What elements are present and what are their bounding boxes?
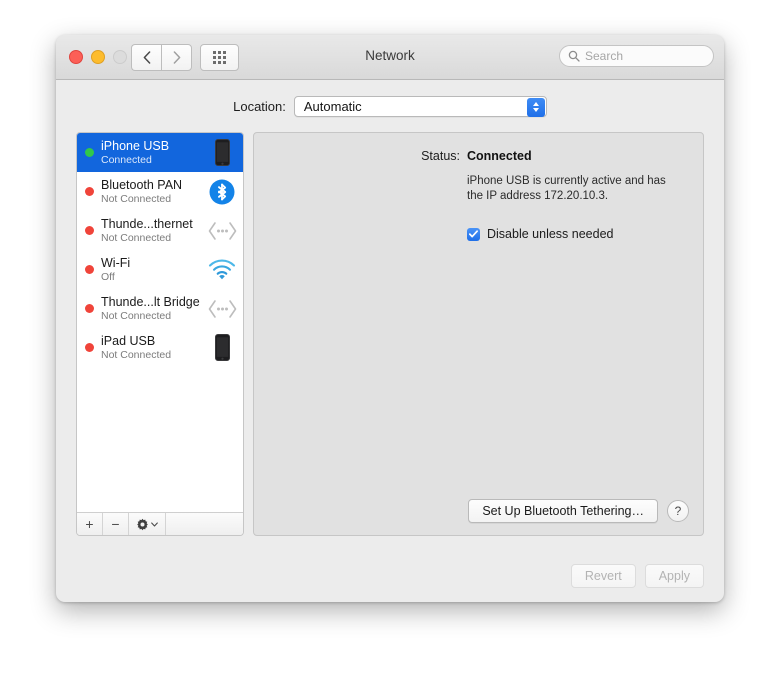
service-status: Connected — [101, 153, 152, 166]
location-label: Location: — [233, 98, 286, 114]
remove-service-button[interactable]: − — [103, 513, 129, 535]
toolbar-filler — [166, 513, 243, 535]
location-dropdown[interactable]: Automatic — [293, 95, 547, 117]
status-indicator-dot — [85, 265, 94, 274]
service-detail-panel: Status: Connected iPhone USB is currentl… — [253, 132, 704, 536]
window-titlebar: Network — [56, 35, 724, 80]
service-name: iPad USB — [101, 333, 156, 348]
revert-button[interactable]: Revert — [570, 564, 636, 588]
service-status: Off — [101, 270, 115, 283]
gear-icon — [137, 518, 148, 530]
service-status: Not Connected — [101, 192, 172, 205]
service-name: Bluetooth PAN — [101, 177, 183, 192]
service-row-iphone-usb[interactable]: iPhone USB Connected — [77, 133, 243, 172]
status-indicator-dot — [85, 226, 94, 235]
service-name: iPhone USB — [101, 138, 170, 153]
service-row-wifi[interactable]: Wi-Fi Off — [77, 250, 243, 289]
network-preferences-window: Network Location: Automatic — [56, 35, 724, 602]
disable-unless-needed-row[interactable]: Disable unless needed — [467, 227, 613, 241]
service-row-bluetooth-pan[interactable]: Bluetooth PAN Not Connected — [77, 172, 243, 211]
search-icon — [568, 50, 580, 62]
sidebar-toolbar: + − — [77, 512, 243, 535]
search-field[interactable] — [559, 45, 714, 67]
status-indicator-dot — [85, 148, 94, 157]
chevron-down-icon — [151, 521, 158, 527]
panel-buttons: Set Up Bluetooth Tethering… ? — [468, 499, 689, 523]
iphone-device-icon — [207, 138, 237, 168]
disable-unless-needed-checkbox[interactable] — [467, 227, 480, 241]
setup-bluetooth-tethering-button[interactable]: Set Up Bluetooth Tethering… — [468, 499, 658, 523]
service-row-ipad-usb[interactable]: iPad USB Not Connected — [77, 328, 243, 367]
status-description: iPhone USB is currently active and has t… — [467, 175, 666, 203]
location-row: Location: Automatic — [56, 93, 724, 119]
service-name: Thunde...thernet — [101, 216, 193, 231]
disable-unless-needed-label: Disable unless needed — [487, 227, 614, 241]
service-status: Not Connected — [101, 231, 172, 244]
checkmark-icon — [469, 230, 478, 238]
help-button[interactable]: ? — [667, 500, 689, 522]
location-selected-value: Automatic — [303, 98, 362, 114]
status-value: Connected — [467, 149, 532, 163]
preferences-body: iPhone USB Connected Bluetooth PAN Not C… — [76, 132, 704, 536]
apply-button[interactable]: Apply — [644, 564, 704, 588]
service-status: Not Connected — [101, 348, 172, 361]
status-label: Status: — [421, 149, 460, 163]
ipad-device-icon — [207, 333, 237, 363]
window-footer: Revert Apply — [570, 564, 704, 588]
service-name: Wi-Fi — [101, 255, 131, 270]
service-actions-button[interactable] — [129, 513, 166, 535]
thunderbolt-ethernet-icon — [207, 216, 237, 246]
status-indicator-dot — [85, 343, 94, 352]
location-stepper-icon[interactable] — [526, 97, 545, 117]
service-name: Thunde...lt Bridge — [101, 294, 200, 309]
status-indicator-dot — [85, 304, 94, 313]
service-row-thunderbolt-bridge[interactable]: Thunde...lt Bridge Not Connected — [77, 289, 243, 328]
service-status: Not Connected — [101, 309, 172, 322]
bluetooth-icon — [207, 177, 237, 207]
network-services-sidebar: iPhone USB Connected Bluetooth PAN Not C… — [76, 132, 244, 536]
search-input[interactable] — [585, 49, 705, 63]
status-indicator-dot — [85, 187, 94, 196]
thunderbolt-bridge-icon — [207, 294, 237, 324]
service-row-thunderbolt-ethernet[interactable]: Thunde...thernet Not Connected — [77, 211, 243, 250]
wifi-icon — [207, 255, 237, 285]
network-services-list: iPhone USB Connected Bluetooth PAN Not C… — [77, 133, 243, 512]
add-service-button[interactable]: + — [77, 513, 103, 535]
